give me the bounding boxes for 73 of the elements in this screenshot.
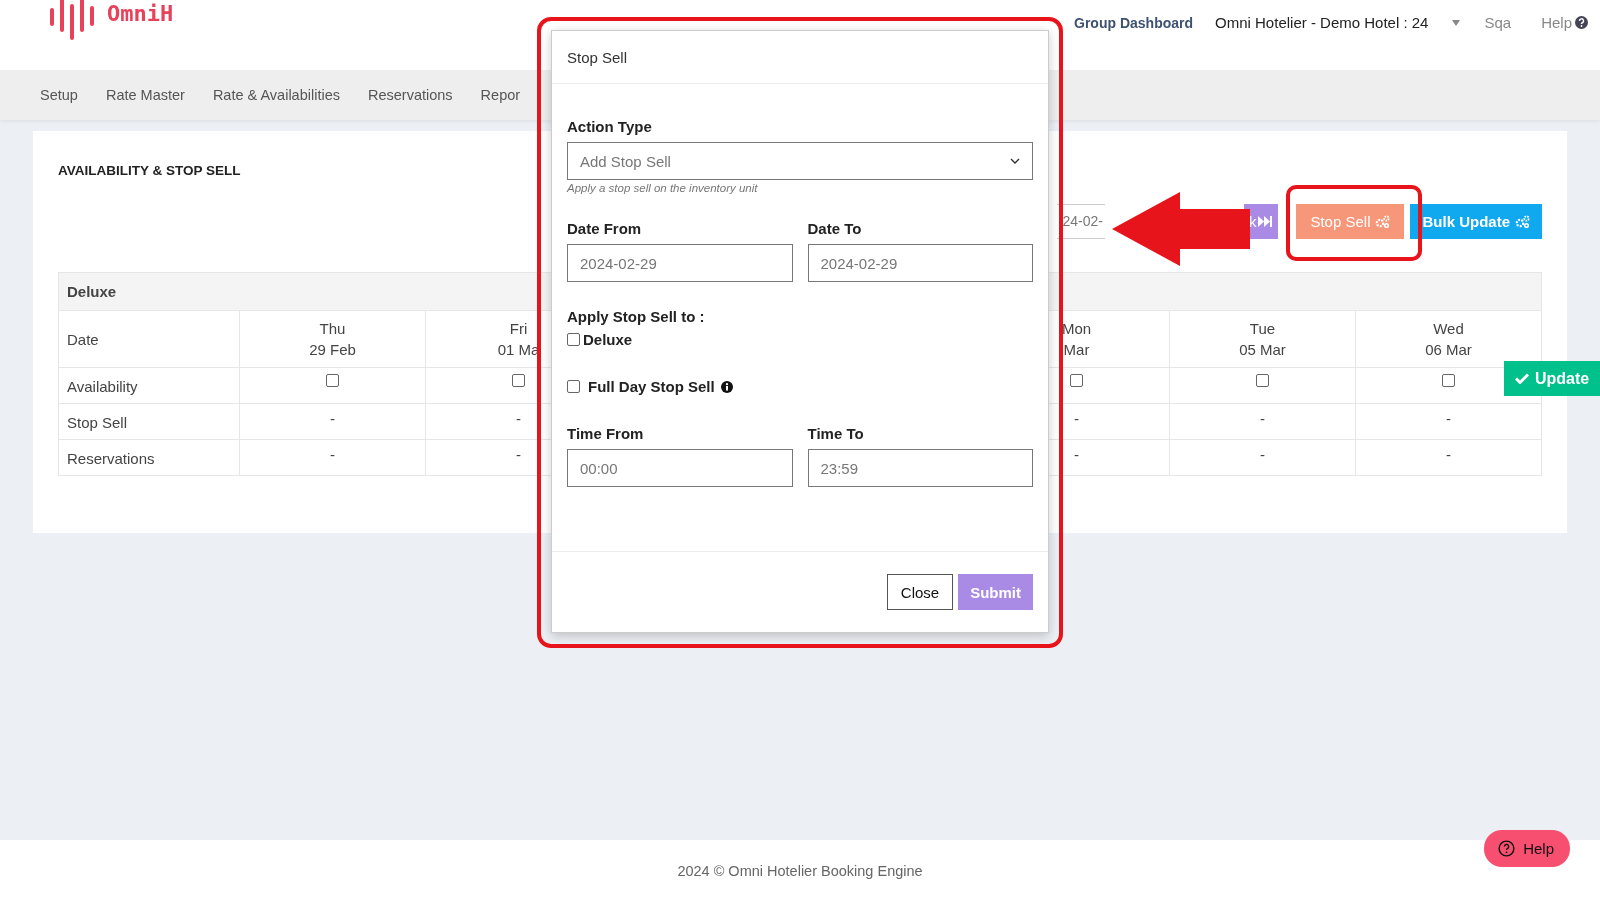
day-name: Tue <box>1249 320 1276 337</box>
gears-icon <box>1375 215 1391 228</box>
day-date: 29 Feb <box>309 341 356 358</box>
day-date: Mar <box>1063 341 1090 358</box>
checkbox-label: Deluxe <box>583 331 633 348</box>
logo-text: OmniH <box>107 0 174 26</box>
row-label: Reservations <box>59 440 240 476</box>
field-label: Time To <box>807 425 865 442</box>
room-checkbox[interactable] <box>567 333 580 346</box>
help-icon <box>1575 16 1588 29</box>
user-link[interactable]: Sqa <box>1484 14 1512 31</box>
section-title: AVAILABILITY & STOP SELL <box>58 163 241 178</box>
caret-icon[interactable] <box>1452 19 1461 26</box>
action-type-select[interactable]: Add Stop Sell <box>567 142 1033 180</box>
update-button[interactable]: Update <box>1504 361 1600 396</box>
close-button[interactable]: Close <box>886 574 954 610</box>
availability-checkbox[interactable] <box>512 374 525 387</box>
day-date: 05 Mar <box>1239 341 1286 358</box>
gears-icon <box>1515 215 1530 228</box>
field-label: Time From <box>567 425 645 442</box>
field-label: Action Type <box>567 118 653 135</box>
fast-forward-icon <box>1258 216 1273 227</box>
help-icon <box>1498 840 1516 857</box>
row-label: Stop Sell <box>59 404 240 440</box>
table-cell-text: - <box>1260 410 1265 429</box>
nav-item[interactable]: Rate & Availabilities <box>212 87 340 103</box>
field-label: Date To <box>807 220 863 237</box>
table-cell-text: - <box>330 410 335 429</box>
day-date: 06 Mar <box>1425 341 1472 358</box>
modal-title: Stop Sell <box>552 31 1048 84</box>
nav-item[interactable]: Repor <box>480 87 521 103</box>
availability-checkbox[interactable] <box>1256 374 1269 387</box>
checkbox-label: Full Day Stop Sell <box>588 378 715 395</box>
check-icon <box>1514 373 1529 384</box>
time-to-field[interactable]: 23:59 <box>807 449 1033 487</box>
table-cell-text: - <box>1446 446 1451 465</box>
group-dashboard-link[interactable]: Group Dashboard <box>1074 14 1194 31</box>
footer-text: 2024 © Omni Hotelier Booking Engine <box>677 863 923 879</box>
help-button[interactable]: Help <box>1484 830 1570 867</box>
full-day-checkbox[interactable] <box>567 380 580 393</box>
submit-button[interactable]: Submit <box>958 574 1033 610</box>
table-cell-text: - <box>1074 446 1079 465</box>
row-label: Availability <box>59 368 240 404</box>
time-from-field[interactable]: 00:00 <box>567 449 793 487</box>
nav-item[interactable]: Rate Master <box>105 87 185 103</box>
field-label: Date From <box>567 220 643 237</box>
table-cell-text: - <box>1260 446 1265 465</box>
availability-checkbox[interactable] <box>1070 374 1083 387</box>
availability-checkbox[interactable] <box>326 374 339 387</box>
day-name: Wed <box>1433 320 1464 337</box>
nav-item[interactable]: Setup <box>40 87 78 103</box>
logo-icon <box>49 0 95 40</box>
hotel-name[interactable]: Omni Hotelier - Demo Hotel : 24 <box>1215 14 1429 31</box>
date-field[interactable]: 24-02- <box>1057 204 1106 239</box>
field-hint: Apply a stop sell on the inventory unit <box>567 182 759 194</box>
table-cell-text: - <box>330 446 335 465</box>
table-cell-text: - <box>516 410 521 429</box>
date-from-field[interactable]: 2024-02-29 <box>567 244 793 282</box>
table-cell-text: - <box>516 446 521 465</box>
nav-item[interactable]: Reservations <box>368 87 453 103</box>
day-name: Fri <box>509 320 528 337</box>
table-cell: Date <box>59 311 240 368</box>
chevron-down-icon <box>1010 158 1020 164</box>
table-cell-text: - <box>1446 410 1451 429</box>
help-link[interactable]: Help <box>1541 14 1588 31</box>
table-cell-text: - <box>1074 410 1079 429</box>
date-to-field[interactable]: 2024-02-29 <box>807 244 1033 282</box>
availability-checkbox[interactable] <box>1442 374 1455 387</box>
info-icon <box>720 380 733 393</box>
field-label: Apply Stop Sell to : <box>567 308 706 325</box>
day-name: Thu <box>319 320 346 337</box>
day-name: Mon <box>1061 320 1092 337</box>
bulk-update-button[interactable]: Bulk Update <box>1410 204 1542 239</box>
